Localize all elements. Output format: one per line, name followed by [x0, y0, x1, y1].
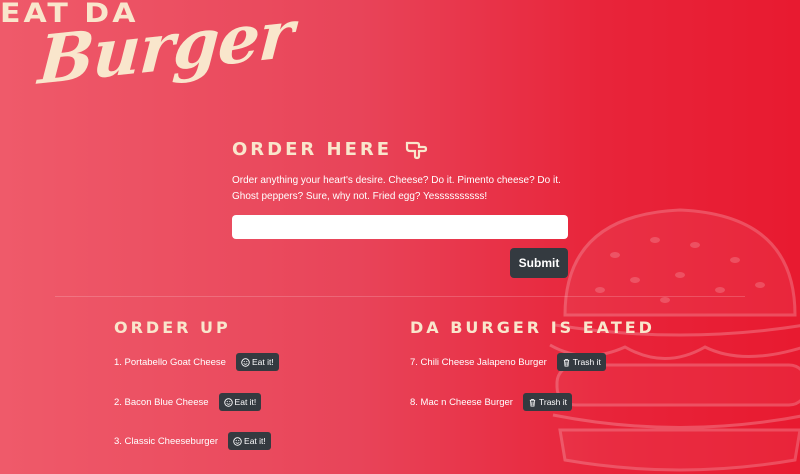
trash-icon: [529, 398, 536, 407]
order-heading: ORDER HERE: [232, 137, 572, 161]
smile-icon: [223, 397, 233, 407]
list-item: 1. Portabello Goat Cheese Eat it!: [114, 353, 279, 371]
burger-name: 2. Bacon Blue Cheese: [114, 396, 209, 408]
burger-name: 8. Mac n Cheese Burger: [410, 396, 513, 408]
eat-it-label: Eat it!: [251, 357, 274, 367]
burger-name-input[interactable]: [232, 215, 568, 239]
order-description: Order anything your heart's desire. Chee…: [232, 175, 561, 202]
eat-it-label: Eat it!: [244, 436, 266, 446]
eated-title: DA BURGER IS EATED: [410, 318, 655, 337]
eat-it-button[interactable]: Eat it!: [218, 393, 262, 411]
list-item: 2. Bacon Blue Cheese Eat it!: [114, 393, 262, 411]
burger-name: 1. Portabello Goat Cheese: [114, 356, 226, 368]
burger-name: 3. Classic Cheeseburger: [114, 435, 219, 447]
burger-name: 7. Chili Cheese Jalapeno Burger: [410, 356, 547, 368]
eat-it-label: Eat it!: [234, 397, 257, 407]
trash-it-button[interactable]: Trash it: [522, 393, 573, 411]
trash-it-button[interactable]: Trash it: [556, 353, 606, 371]
order-title: ORDER HERE: [232, 138, 393, 160]
smile-icon: [241, 357, 250, 367]
pointing-hand-icon: [405, 141, 428, 160]
divider: [55, 296, 745, 297]
trash-it-label: Trash it: [572, 357, 601, 367]
trash-it-label: Trash it: [538, 397, 568, 407]
order-up-title: ORDER UP: [114, 318, 231, 337]
eat-it-button[interactable]: Eat it!: [235, 353, 279, 371]
trash-icon: [563, 358, 569, 367]
order-form: ORDER HERE Order anything your heart's d…: [232, 137, 572, 278]
eat-it-button[interactable]: Eat it!: [228, 432, 271, 450]
smile-icon: [233, 436, 242, 446]
list-item: 7. Chili Cheese Jalapeno Burger Trash it: [410, 353, 606, 371]
logo[interactable]: EAT DA Burger: [0, 0, 310, 104]
list-item: 8. Mac n Cheese Burger Trash it: [410, 393, 573, 411]
list-item: 3. Classic Cheeseburger Eat it!: [114, 432, 271, 450]
submit-button[interactable]: Submit: [510, 248, 568, 278]
